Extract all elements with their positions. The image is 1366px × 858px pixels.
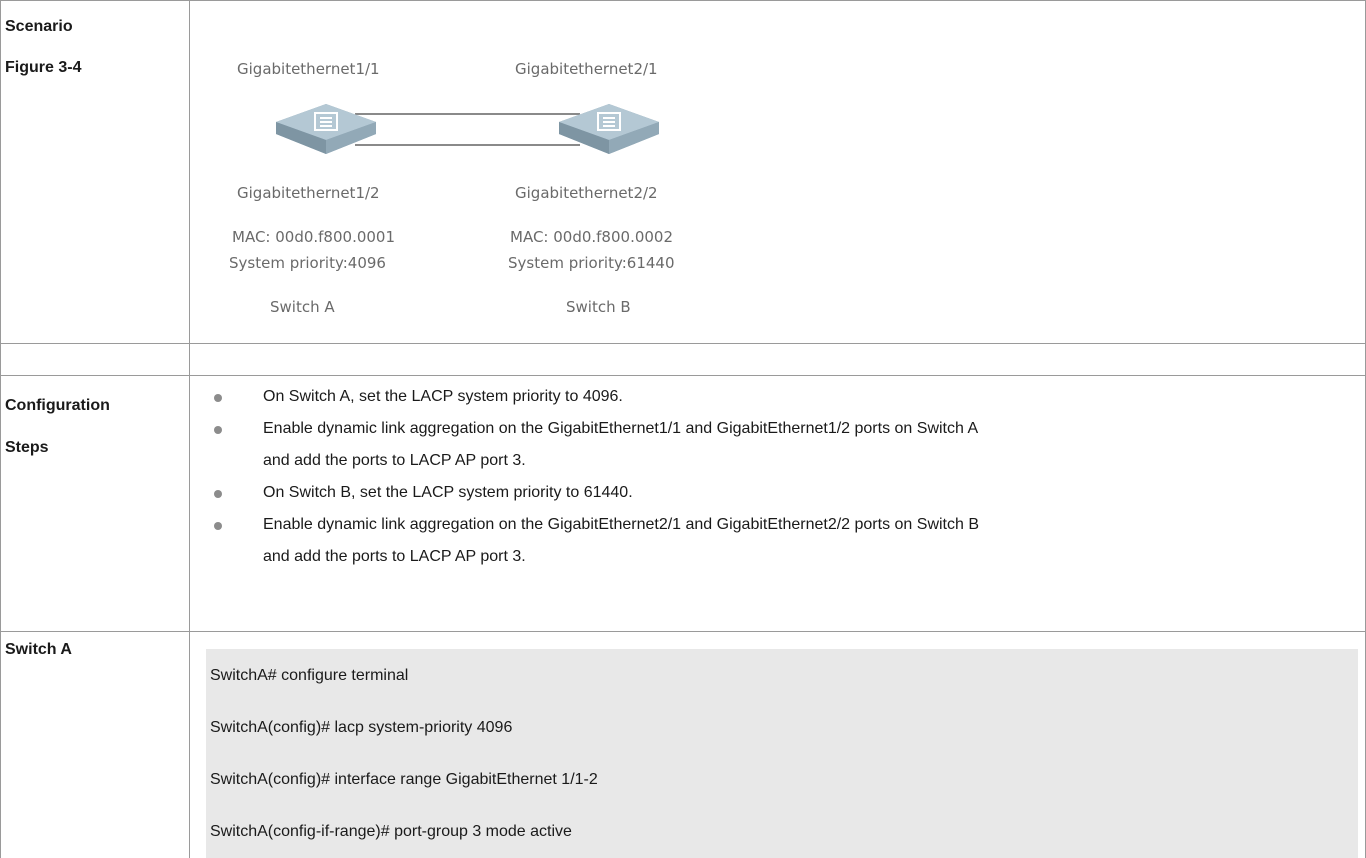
switch-a-port-bottom: Gigabitethernet1/2 xyxy=(237,184,380,202)
step-text: On Switch B, set the LACP system priorit… xyxy=(263,484,633,501)
list-item: On Switch A, set the LACP system priorit… xyxy=(208,381,1358,413)
switch-a-port-top: Gigabitethernet1/1 xyxy=(237,60,380,78)
step-text-continued: and add the ports to LACP AP port 3. xyxy=(263,452,526,469)
switch-b-name: Switch B xyxy=(566,298,631,316)
label-switch-a: Switch A xyxy=(5,641,72,658)
label-configuration: Configuration xyxy=(5,397,110,414)
label-figure: Figure 3-4 xyxy=(5,59,82,76)
aggregated-link-bottom xyxy=(355,144,580,146)
list-item: Enable dynamic link aggregation on the G… xyxy=(208,509,1358,573)
switch-b-port-bottom: Gigabitethernet2/2 xyxy=(515,184,658,202)
list-item: Enable dynamic link aggregation on the G… xyxy=(208,413,1358,477)
step-text: On Switch A, set the LACP system priorit… xyxy=(263,388,623,405)
code-block: SwitchA# configure terminal SwitchA(conf… xyxy=(206,649,1358,858)
label-scenario: Scenario xyxy=(5,18,73,35)
switch-b-port-top: Gigabitethernet2/1 xyxy=(515,60,658,78)
code-line: SwitchA(config-if-range)# port-group 3 m… xyxy=(210,823,572,840)
switch-a-priority: System priority:4096 xyxy=(229,254,386,272)
switch-b-priority: System priority:61440 xyxy=(508,254,675,272)
code-line: SwitchA(config)# lacp system-priority 40… xyxy=(210,719,513,736)
switch-b-icon xyxy=(559,104,659,154)
step-text: Enable dynamic link aggregation on the G… xyxy=(263,420,979,437)
table-border-left xyxy=(0,0,1,858)
switch-a-name: Switch A xyxy=(270,298,335,316)
step-text-continued: and add the ports to LACP AP port 3. xyxy=(263,548,526,565)
switch-b-mac: MAC: 00d0.f800.0002 xyxy=(510,228,674,246)
bullet-icon xyxy=(214,490,222,498)
switch-a-mac: MAC: 00d0.f800.0001 xyxy=(232,228,396,246)
aggregated-link-top xyxy=(355,113,580,115)
row-divider-empty xyxy=(0,375,1366,376)
code-line: SwitchA(config)# interface range Gigabit… xyxy=(210,771,598,788)
bullet-icon xyxy=(214,522,222,530)
row-divider-scenario xyxy=(0,343,1366,344)
bullet-icon xyxy=(214,426,222,434)
column-divider xyxy=(189,0,190,858)
step-text: Enable dynamic link aggregation on the G… xyxy=(263,516,980,533)
row-divider-config xyxy=(0,631,1366,632)
table-border-top xyxy=(0,0,1366,1)
label-steps: Steps xyxy=(5,439,49,456)
document-table: Scenario Figure 3-4 Configuration Steps … xyxy=(0,0,1366,858)
bullet-icon xyxy=(214,394,222,402)
list-item: On Switch B, set the LACP system priorit… xyxy=(208,477,1358,509)
code-line: SwitchA# configure terminal xyxy=(210,667,409,684)
switch-a-icon xyxy=(276,104,376,154)
